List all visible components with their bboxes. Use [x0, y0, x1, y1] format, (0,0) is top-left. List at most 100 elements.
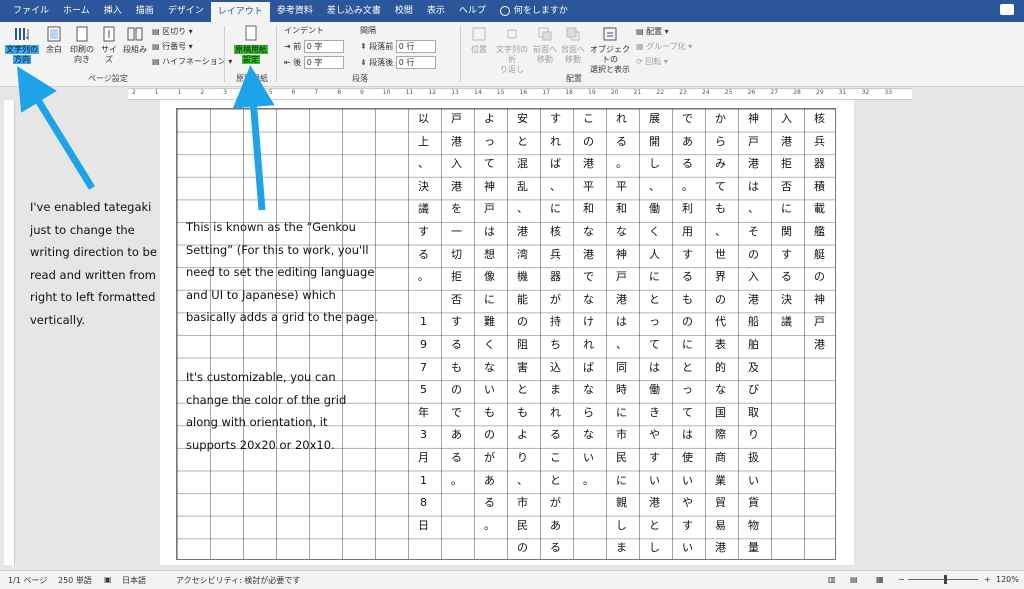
grid-character: 入 [781, 112, 792, 125]
grid-character: り [517, 450, 528, 464]
tab-view[interactable]: 表示 [420, 0, 452, 22]
zoom-out-icon[interactable]: − [898, 575, 905, 584]
line-numbers-label: 行番号 [162, 42, 187, 51]
grid-character: 代 [715, 315, 726, 329]
grid-character: 用 [682, 224, 693, 238]
rotate-button[interactable]: ⟳ 回転 ▾ [636, 56, 668, 67]
language-status[interactable]: 日本語 [122, 575, 146, 586]
tab-review[interactable]: 校閲 [388, 0, 420, 22]
grid-character: 使 [682, 450, 693, 464]
grid-character: は [682, 428, 693, 442]
horizontal-ruler[interactable]: 2 1 1 2 3 4 5 6 7 8 9 10 11 12 13 14 15 16 17 18 19 20 21 22 23 2… [128, 88, 912, 100]
ruler-number: 14 [474, 89, 482, 96]
size-button[interactable]: サイズ [98, 25, 120, 65]
grid-character: 一 [451, 224, 462, 238]
zoom-slider[interactable] [908, 579, 978, 580]
genkou-settings-button[interactable]: 原稿用紙 設定 [232, 25, 270, 65]
tab-draw[interactable]: 描画 [129, 0, 161, 22]
indent-after-input[interactable]: 0 字 [303, 56, 344, 69]
grid-character: 物 [748, 518, 759, 532]
accessibility-status[interactable]: アクセシビリティ: 検討が必要です [176, 575, 300, 586]
tab-design[interactable]: デザイン [161, 0, 211, 22]
margins-button[interactable]: 余白 [42, 25, 66, 55]
grid-character: 想 [484, 247, 495, 261]
grid-character: れ [550, 405, 561, 419]
grid-character: 艇 [814, 247, 825, 261]
grid-character: 、 [550, 179, 561, 193]
grid-character: 世 [715, 247, 726, 261]
annotation-tategaki: I've enabled tategaki just to change the… [30, 200, 157, 327]
grid-character: る [682, 270, 693, 284]
grid-character: す [649, 450, 660, 464]
ruler-number: 22 [656, 89, 665, 96]
grid-character: 際 [715, 428, 726, 442]
web-layout-icon[interactable]: ▦ [876, 575, 884, 584]
comment-icon[interactable] [1000, 4, 1014, 15]
bring-forward-button[interactable]: 前面へ 移動 [532, 25, 558, 65]
wrap-text-button[interactable]: 文字列の折 り返し [494, 25, 530, 75]
tell-me-search[interactable]: 何をしますか [493, 0, 575, 22]
align-button[interactable]: ▤ 配置 ▾ [636, 26, 669, 37]
send-backward-button[interactable]: 背面へ 移動 [560, 25, 586, 65]
grid-character: 、 [748, 202, 759, 216]
grid-character: 害 [517, 360, 528, 374]
grid-character: ば [550, 157, 561, 171]
grid-character: 3 [420, 428, 427, 442]
tab-help[interactable]: ヘルプ [452, 0, 493, 22]
position-button[interactable]: 位置 [466, 25, 492, 55]
grid-character: 載 [814, 202, 825, 216]
document-page[interactable]: 核兵器積載艦艇の神戸港入港拒否に関する決議神戸港は、その入港船舶及び取り扱い貨物… [160, 100, 854, 565]
tab-layout[interactable]: レイアウト [210, 2, 270, 22]
indent-before-row: ⇥ 前 0 字 [284, 40, 344, 53]
ruler-number: 2 [200, 89, 205, 96]
grid-character: 量 [748, 541, 759, 555]
grid-character: る [451, 337, 462, 351]
word-count[interactable]: 250 単語 [58, 575, 92, 586]
grid-character: ま [616, 541, 627, 555]
proofing-icon[interactable]: ▣ [104, 575, 112, 584]
print-layout-icon[interactable]: ▤ [850, 575, 858, 584]
grid-character: な [484, 360, 495, 374]
line-numbers-button[interactable]: ▤ 行番号 ▾ [152, 41, 193, 52]
grid-character: に [550, 202, 561, 216]
grid-character: あ [550, 518, 561, 532]
orientation-button[interactable]: 印刷の 向き [68, 25, 96, 65]
tab-references[interactable]: 参考資料 [270, 0, 320, 22]
arrange-group-label: 配置 [566, 74, 582, 83]
tab-insert[interactable]: 挿入 [97, 0, 129, 22]
grid-character: の [715, 292, 726, 306]
page-count[interactable]: 1/1 ページ [8, 575, 47, 586]
read-mode-icon[interactable]: ▥ [828, 575, 836, 584]
selection-pane-button[interactable]: オブジェクトの 選択と表示 [588, 25, 632, 75]
grid-character: び [748, 383, 759, 397]
selection-pane-icon [603, 27, 617, 41]
space-after-input[interactable]: 0 行 [395, 56, 436, 69]
breaks-label: 区切り [162, 27, 187, 36]
hyphenation-button[interactable]: ▤ ハイフネーション ▾ [152, 56, 232, 67]
grid-character: 舶 [748, 337, 759, 351]
breaks-button[interactable]: ▤ 区切り ▾ [152, 26, 193, 37]
zoom-slider-thumb[interactable] [944, 575, 947, 584]
tab-home[interactable]: ホーム [56, 0, 97, 22]
tab-file[interactable]: ファイル [6, 0, 56, 22]
grid-character: 和 [616, 202, 627, 216]
zoom-level[interactable]: 120% [996, 575, 1019, 584]
grid-character: 同 [616, 360, 627, 374]
grid-character: 積 [814, 179, 825, 193]
tab-mailings[interactable]: 差し込み文書 [320, 0, 388, 22]
grid-character: る [550, 428, 561, 442]
space-before-input[interactable]: 0 行 [395, 40, 436, 53]
grid-character: い [682, 473, 693, 487]
zoom-in-icon[interactable]: + [984, 575, 991, 584]
text-direction-button[interactable]: 文字列の 方向 [4, 25, 40, 65]
grid-character: と [517, 134, 528, 148]
columns-button[interactable]: 段組み [122, 25, 148, 55]
grid-character: て [484, 157, 495, 171]
grid-character: 。 [682, 179, 693, 193]
text-column: 神戸港は、その入港船舶及び取り扱い貨物量 [737, 108, 770, 560]
grid-character: 港 [451, 179, 462, 193]
group-button[interactable]: ▦ グループ化 ▾ [636, 41, 692, 52]
grid-character: の [748, 247, 759, 261]
vertical-ruler[interactable] [4, 100, 15, 565]
indent-before-input[interactable]: 0 字 [303, 40, 344, 53]
